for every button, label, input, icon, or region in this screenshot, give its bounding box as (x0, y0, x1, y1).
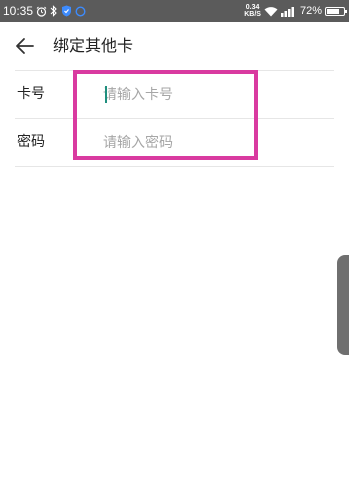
net-speed: 0.34 KB/S (244, 4, 261, 18)
text-cursor (105, 86, 107, 103)
battery-fill (327, 8, 339, 14)
signal-icon (280, 6, 297, 17)
app-icon (75, 5, 86, 17)
card-number-input[interactable] (103, 81, 333, 109)
battery-icon (325, 6, 347, 16)
status-bar: 10:35 0.34 KB/S 72% (0, 0, 349, 22)
shield-icon (61, 5, 72, 17)
password-input[interactable] (103, 129, 333, 157)
status-time: 10:35 (3, 4, 34, 18)
back-button[interactable] (12, 34, 38, 58)
battery-percent: 72% (299, 5, 322, 17)
password-label: 密码 (17, 134, 45, 150)
card-number-row: 卡号 (15, 70, 334, 119)
alarm-icon (36, 6, 47, 17)
back-arrow-icon (16, 38, 34, 54)
wifi-icon (264, 6, 278, 17)
bluetooth-icon (50, 5, 58, 17)
side-scroll-handle[interactable] (337, 255, 349, 355)
password-row: 密码 (15, 119, 334, 167)
status-left: 10:35 (3, 0, 86, 22)
bind-card-form: 卡号 密码 (0, 70, 349, 167)
page-title: 绑定其他卡 (53, 36, 134, 55)
net-speed-value: 0.34 (245, 4, 260, 11)
header: 绑定其他卡 (0, 22, 349, 70)
card-number-label: 卡号 (17, 86, 45, 102)
status-right: 0.34 KB/S 72% (244, 0, 347, 22)
net-speed-unit: KB/S (244, 11, 261, 18)
